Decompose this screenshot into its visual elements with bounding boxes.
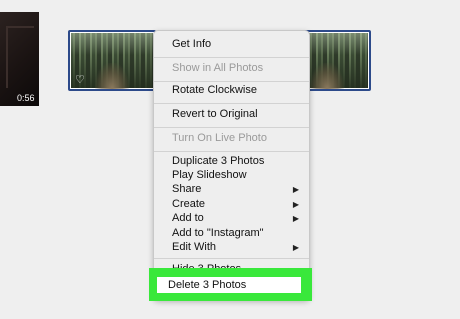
chevron-right-icon: ▶	[292, 200, 299, 209]
menu-separator	[154, 127, 309, 128]
menu-item-label: Duplicate 3 Photos	[172, 155, 265, 167]
menu-item-get-info[interactable]: Get Info	[154, 37, 309, 52]
menu-separator	[154, 103, 309, 104]
video-preview-image	[6, 26, 34, 88]
menu-item-label: Delete 3 Photos	[168, 279, 247, 291]
menu-item-label: Show in All Photos	[172, 62, 264, 74]
menu-separator	[154, 258, 309, 259]
menu-separator	[154, 57, 309, 58]
photo-thumbnail-1[interactable]: ♡	[68, 30, 156, 91]
menu-separator	[154, 151, 309, 152]
menu-separator	[154, 81, 309, 82]
photo-image	[310, 63, 344, 89]
menu-item-turn-on-live-photo: Turn On Live Photo	[154, 131, 309, 146]
menu-item-label: Play Slideshow	[172, 169, 247, 181]
menu-item-label: Revert to Original	[172, 108, 258, 120]
menu-item-label: Get Info	[172, 38, 212, 50]
menu-item-label: Add to "Instagram"	[172, 227, 264, 239]
menu-item-share[interactable]: Share ▶	[154, 182, 309, 197]
chevron-right-icon: ▶	[292, 214, 299, 223]
menu-item-play-slideshow[interactable]: Play Slideshow	[154, 168, 309, 183]
menu-item-label: Rotate Clockwise	[172, 84, 257, 96]
menu-item-label: Turn On Live Photo	[172, 132, 267, 144]
menu-item-label: Create	[172, 198, 206, 210]
menu-item-label: Share	[172, 183, 202, 195]
video-duration: 0:56	[17, 93, 35, 103]
menu-item-edit-with[interactable]: Edit With ▶	[154, 240, 309, 255]
heart-icon[interactable]: ♡	[75, 75, 85, 86]
video-thumbnail[interactable]: 0:56	[0, 12, 39, 106]
menu-item-delete-photos[interactable]: Delete 3 Photos	[157, 277, 301, 293]
photo-image	[95, 63, 129, 89]
menu-item-label: Edit With	[172, 241, 217, 253]
menu-item-add-to-instagram[interactable]: Add to "Instagram"	[154, 226, 309, 241]
chevron-right-icon: ▶	[292, 243, 299, 252]
menu-item-duplicate[interactable]: Duplicate 3 Photos	[154, 154, 309, 169]
menu-item-revert-to-original[interactable]: Revert to Original	[154, 107, 309, 122]
menu-item-add-to[interactable]: Add to ▶	[154, 211, 309, 226]
menu-item-rotate-clockwise[interactable]: Rotate Clockwise	[154, 83, 309, 98]
chevron-right-icon: ▶	[292, 185, 299, 194]
menu-item-label: Add to	[172, 212, 204, 224]
context-menu: Get Info Show in All Photos Rotate Clock…	[153, 30, 310, 300]
menu-item-show-in-all-photos: Show in All Photos	[154, 61, 309, 76]
menu-item-create[interactable]: Create ▶	[154, 197, 309, 212]
highlight-annotation: Delete 3 Photos	[149, 268, 312, 301]
